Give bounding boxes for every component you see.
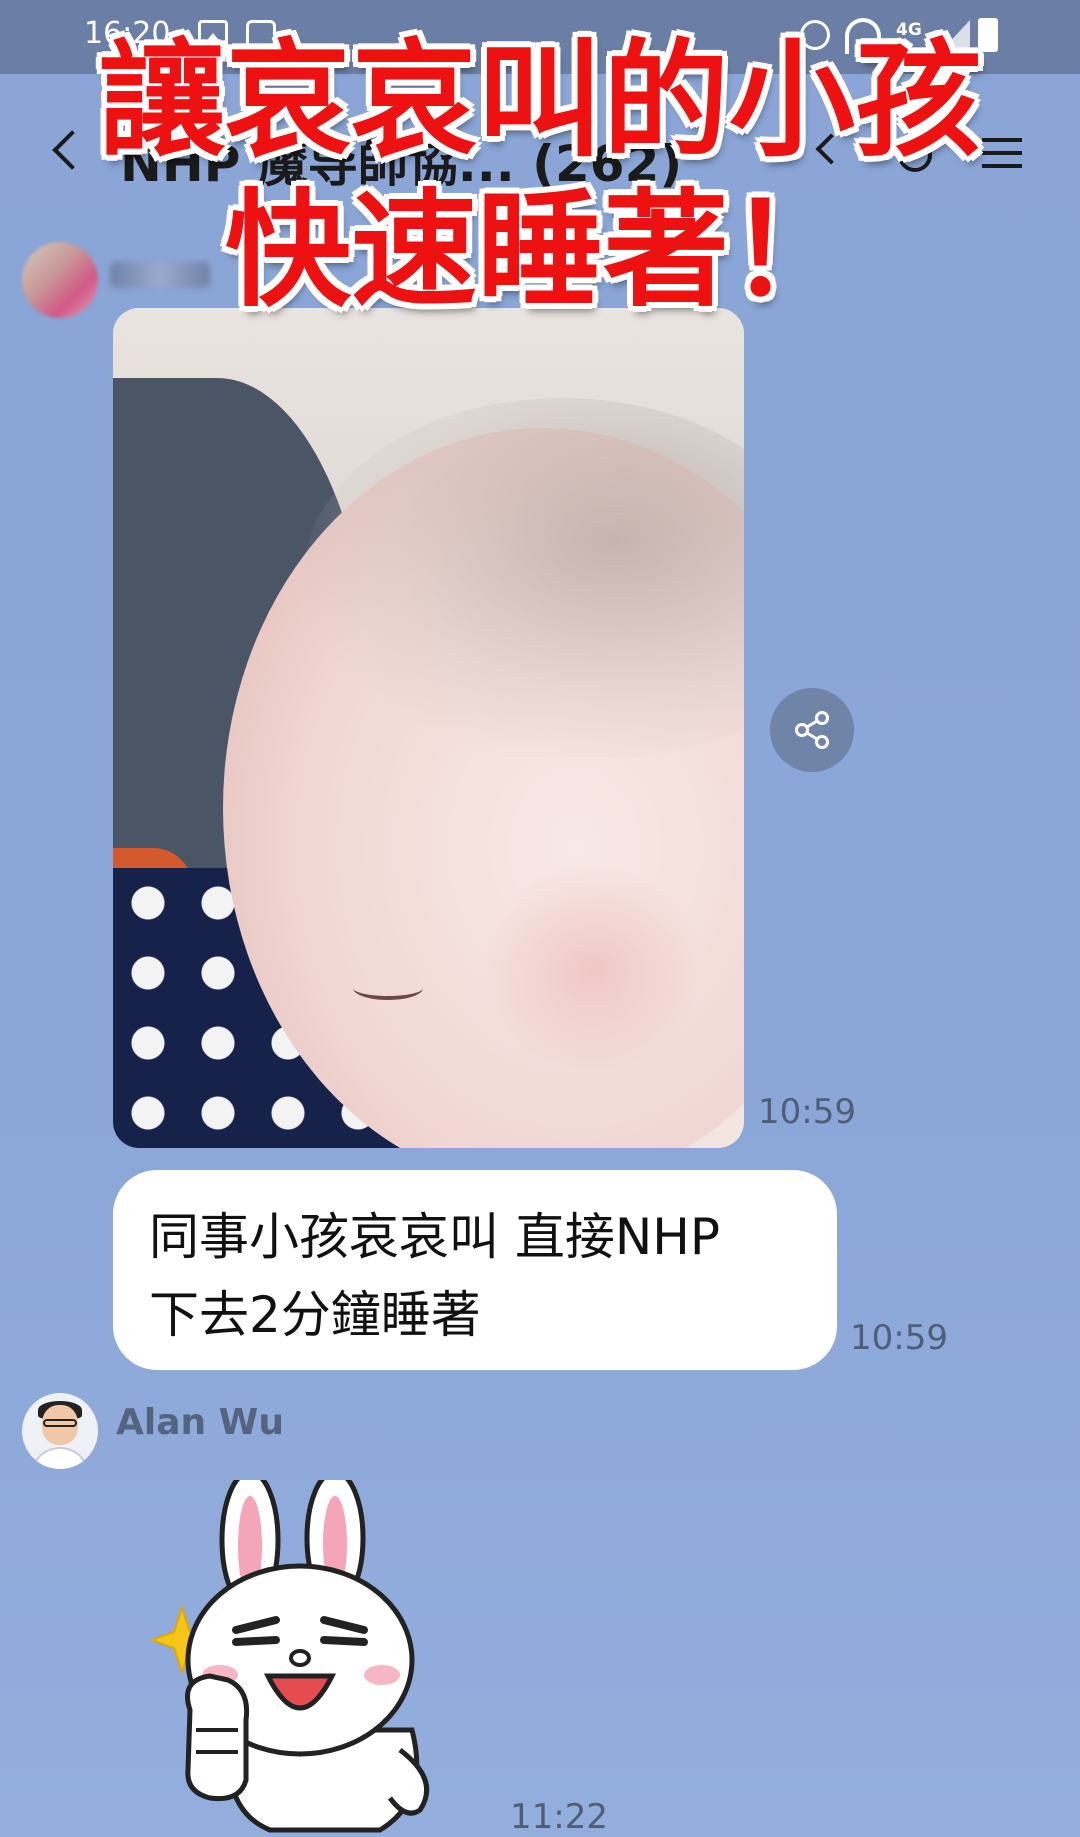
message-text-line: 同事小孩哀哀叫 直接NHP (149, 1208, 721, 1266)
share-button[interactable] (770, 688, 854, 772)
message-time: 10:59 (850, 1318, 948, 1358)
message-time: 11:22 (510, 1797, 608, 1837)
photo-message[interactable] (113, 308, 744, 1148)
avatar-shirt (30, 1447, 90, 1469)
message-time: 10:59 (758, 1092, 856, 1132)
message-text-line: 下去2分鐘睡著 (149, 1286, 481, 1344)
photo-baby-closed-eye (353, 976, 423, 1000)
share-icon (795, 711, 829, 749)
avatar-glasses (43, 1419, 77, 1427)
text-message-bubble[interactable]: 同事小孩哀哀叫 直接NHP 下去2分鐘睡著 (113, 1170, 837, 1370)
rabbit-sticker[interactable] (150, 1480, 470, 1837)
overlay-caption-line-2: 快速睡著！ (225, 177, 855, 324)
photo-baby-cheek (473, 868, 713, 1068)
avatar[interactable] (22, 1393, 98, 1469)
sender-name: Alan Wu (116, 1402, 284, 1443)
overlay-caption-line-1: 讓哀哀叫的小孩 (99, 27, 981, 174)
